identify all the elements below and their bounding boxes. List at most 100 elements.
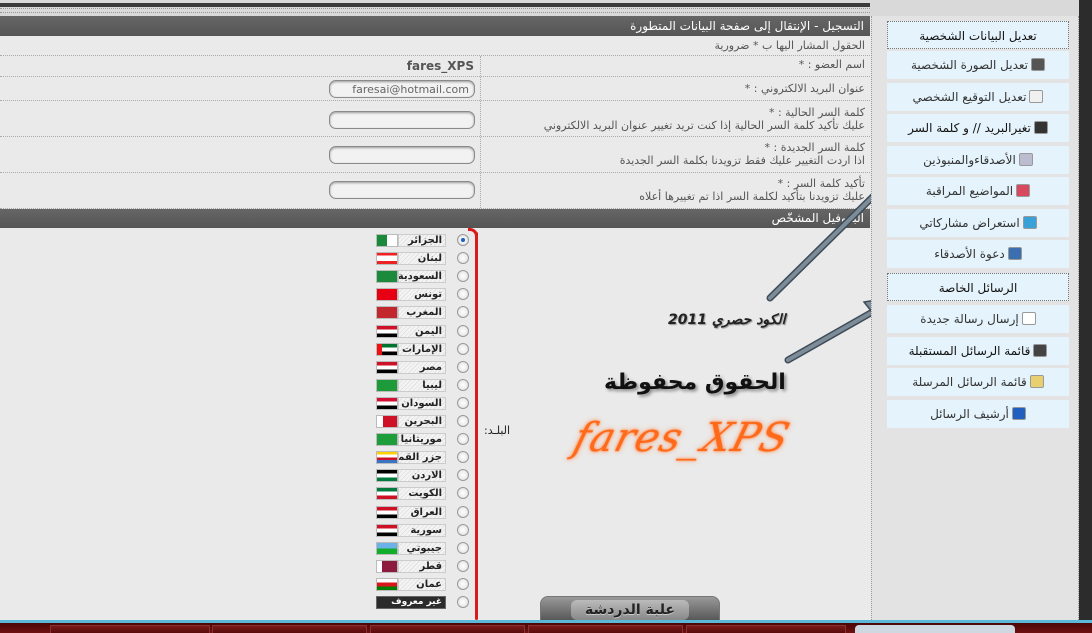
country-option[interactable]: عمان bbox=[376, 576, 476, 592]
country-name: العراق bbox=[398, 505, 446, 519]
country-radio[interactable] bbox=[457, 541, 469, 554]
taskbar-button[interactable] bbox=[370, 625, 525, 633]
taskbar-button[interactable] bbox=[528, 625, 683, 633]
code-exclusive-note: الكود حصري 2011 bbox=[668, 312, 786, 328]
country-radio[interactable] bbox=[457, 306, 469, 319]
email-input[interactable] bbox=[329, 80, 475, 98]
country-option[interactable]: الجزائر bbox=[376, 232, 476, 248]
top-divider bbox=[0, 8, 870, 9]
country-radio[interactable] bbox=[457, 469, 469, 482]
country-radio[interactable] bbox=[457, 288, 469, 301]
sidebar-item[interactable]: قائمة الرسائل المرسلة bbox=[887, 368, 1069, 396]
flag-syria-icon bbox=[376, 523, 398, 537]
country-option[interactable]: مصر bbox=[376, 359, 476, 375]
country-name: تونس bbox=[398, 288, 446, 302]
sidebar-item[interactable]: تغيرالبريد // و كلمة السر bbox=[887, 114, 1069, 142]
country-option[interactable]: الإمارات bbox=[376, 341, 476, 357]
country-option[interactable]: الاردن bbox=[376, 467, 476, 483]
username-row: اسم العضو : * fares_XPS bbox=[0, 56, 870, 77]
country-name: السعودية bbox=[398, 270, 446, 284]
sidebar-item[interactable]: تعديل الصورة الشخصية bbox=[887, 51, 1069, 79]
taskbar bbox=[0, 623, 1092, 633]
new-password-input[interactable] bbox=[329, 146, 475, 164]
sidebar-item-label: المواضيع المراقبة bbox=[925, 184, 1014, 198]
country-radio[interactable] bbox=[457, 234, 469, 246]
country-option[interactable]: غير معروف bbox=[376, 594, 476, 610]
country-option[interactable]: المغرب bbox=[376, 304, 476, 320]
taskbar-button[interactable] bbox=[50, 625, 210, 633]
country-radio[interactable] bbox=[457, 433, 469, 446]
top-divider bbox=[0, 12, 870, 13]
country-radio[interactable] bbox=[457, 577, 469, 590]
form-header: التسجيل - الإنتقال إلى صفحة البيانات الم… bbox=[0, 16, 870, 36]
country-radio[interactable] bbox=[457, 270, 469, 283]
country-option[interactable]: جيبوتي bbox=[376, 540, 476, 556]
new-password-row: كلمة السر الجديدة : * اذا اردت التغيير ع… bbox=[0, 137, 870, 173]
sidebar-item[interactable]: دعوة الأصدقاء bbox=[887, 240, 1069, 268]
country-radio[interactable] bbox=[457, 451, 469, 464]
country-name: موريتانيا bbox=[398, 433, 446, 447]
country-option[interactable]: الكويت bbox=[376, 485, 476, 501]
sidebar-item[interactable]: المواضيع المراقبة bbox=[887, 177, 1069, 205]
country-radio[interactable] bbox=[457, 396, 469, 409]
taskbar-button[interactable] bbox=[686, 625, 846, 633]
chat-box-label: علبة الدردشة bbox=[570, 600, 689, 620]
camera-icon bbox=[1031, 58, 1046, 71]
country-name: ليبيا bbox=[398, 378, 446, 392]
top-strip bbox=[0, 0, 1092, 16]
country-radio[interactable] bbox=[457, 324, 469, 337]
country-radio[interactable] bbox=[457, 487, 469, 500]
country-option[interactable]: اليمن bbox=[376, 323, 476, 339]
confirm-password-input[interactable] bbox=[329, 181, 475, 199]
current-password-row: كلمة السر الحالية : * عليك تأكيد كلمة ال… bbox=[0, 101, 870, 137]
sidebar: تعديل البيانات الشخصية تعديل الصورة الشخ… bbox=[871, 16, 1079, 620]
sidebar-item[interactable]: أرشيف الرسائل bbox=[887, 399, 1069, 428]
chat-box-tab[interactable]: علبة الدردشة bbox=[540, 596, 720, 622]
flag-bahrain-icon bbox=[376, 415, 398, 428]
country-option[interactable]: لبنان bbox=[376, 250, 476, 266]
country-option[interactable]: السودان bbox=[376, 395, 476, 411]
sidebar-item[interactable]: تعديل التوقيع الشخصي bbox=[887, 82, 1069, 111]
country-name: اليمن bbox=[398, 324, 446, 338]
country-radio[interactable] bbox=[457, 342, 469, 355]
flag-yemen-icon bbox=[376, 324, 398, 338]
sidebar-heading-profile[interactable]: تعديل البيانات الشخصية bbox=[887, 21, 1069, 49]
country-radio[interactable] bbox=[457, 378, 469, 391]
friends-icon bbox=[1018, 152, 1033, 166]
info-icon bbox=[1011, 406, 1026, 420]
country-name: جزر القمر bbox=[398, 451, 446, 465]
media-slider[interactable] bbox=[855, 625, 1015, 633]
palette-icon bbox=[1029, 89, 1044, 103]
country-option[interactable]: موريتانيا bbox=[376, 431, 476, 447]
country-radio[interactable] bbox=[457, 596, 469, 608]
sidebar-item[interactable]: إرسال رسالة جديدة bbox=[887, 305, 1069, 333]
country-radio[interactable] bbox=[457, 252, 469, 265]
country-option[interactable]: سورية bbox=[376, 522, 476, 538]
flag-algeria-icon bbox=[376, 234, 398, 247]
country-radio[interactable] bbox=[457, 505, 469, 518]
sidebar-heading-messages[interactable]: الرسائل الخاصة bbox=[887, 273, 1069, 301]
country-name: الاردن bbox=[398, 469, 446, 483]
taskbar-button[interactable] bbox=[212, 625, 367, 633]
country-option[interactable]: السعودية bbox=[376, 268, 476, 284]
sidebar-item[interactable]: قائمة الرسائل المستقبلة bbox=[887, 336, 1069, 365]
flag-morocco-icon bbox=[376, 306, 398, 320]
country-name: المغرب bbox=[398, 306, 446, 320]
current-password-input[interactable] bbox=[329, 111, 475, 129]
country-radio[interactable] bbox=[457, 360, 469, 373]
country-option[interactable]: تونس bbox=[376, 286, 476, 302]
country-option[interactable]: ليبيا bbox=[376, 377, 476, 393]
country-option[interactable]: العراق bbox=[376, 504, 476, 520]
country-option[interactable]: قطر bbox=[376, 558, 476, 574]
sidebar-item[interactable]: الأصدقاءوالمنبوذين bbox=[887, 145, 1069, 174]
flag-djibouti-icon bbox=[376, 541, 398, 555]
flag-saudi-icon bbox=[376, 270, 398, 284]
sidebar-item[interactable]: استعراض مشاركاتي bbox=[887, 208, 1069, 237]
country-radio[interactable] bbox=[457, 559, 469, 572]
country-radio[interactable] bbox=[457, 523, 469, 536]
country-option[interactable]: جزر القمر bbox=[376, 449, 476, 465]
posts-icon bbox=[1022, 215, 1037, 229]
sidebar-item-label: إرسال رسالة جديدة bbox=[920, 312, 1019, 326]
country-radio[interactable] bbox=[457, 415, 469, 427]
country-option[interactable]: البحرين bbox=[376, 413, 476, 429]
